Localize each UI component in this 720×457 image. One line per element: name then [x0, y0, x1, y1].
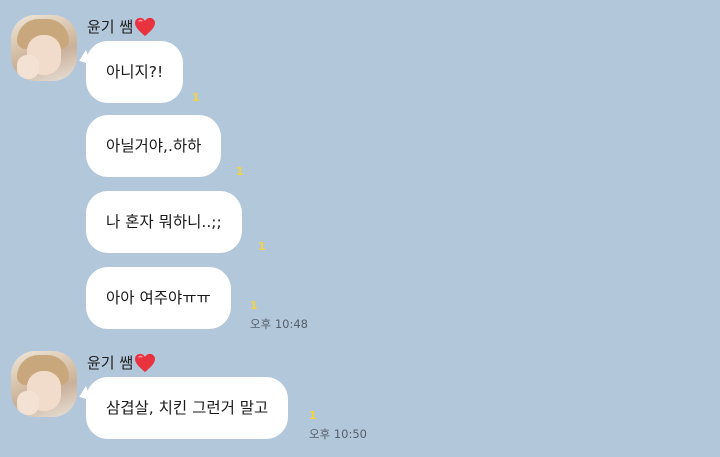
- unread-count: 1: [309, 409, 317, 422]
- timestamp: 오후 10:48: [250, 317, 308, 331]
- timestamp: 오후 10:50: [309, 427, 367, 441]
- message-bubble[interactable]: 삼겹살, 치킨 그런거 말고: [86, 377, 289, 439]
- sender-label: 윤기 쌤: [87, 354, 134, 372]
- heart-icon: [135, 17, 156, 37]
- sender-name: 윤기 쌤: [87, 16, 156, 38]
- unread-count: 1: [250, 299, 258, 312]
- sender-name: 윤기 쌤: [87, 352, 156, 374]
- unread-count: 1: [192, 91, 200, 104]
- unread-count: 1: [258, 240, 266, 253]
- avatar[interactable]: [11, 351, 77, 417]
- message-bubble[interactable]: 나 혼자 뭐하니..;;: [86, 191, 242, 253]
- message-bubble[interactable]: 아아 여주야ㅠㅠ: [86, 267, 231, 329]
- unread-count: 1: [236, 165, 244, 178]
- sender-label: 윤기 쌤: [87, 18, 134, 36]
- message-bubble[interactable]: 아닐거야,.하하: [86, 115, 222, 177]
- message-bubble[interactable]: 아니지?!: [86, 41, 184, 103]
- heart-icon: [135, 353, 156, 373]
- avatar[interactable]: [11, 15, 77, 81]
